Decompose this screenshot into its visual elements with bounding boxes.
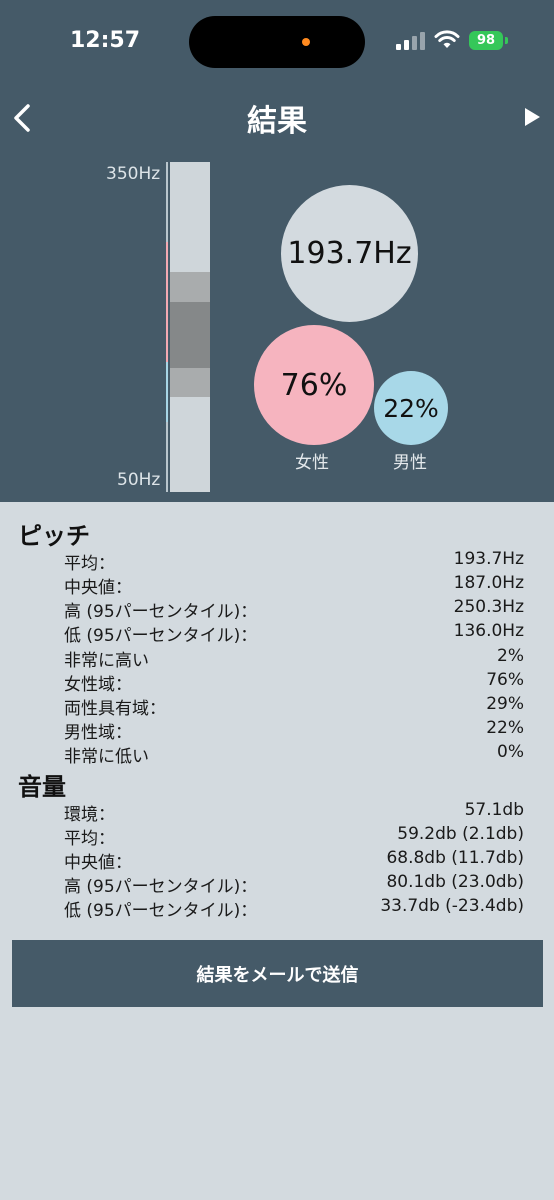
stat-row: 非常に高い 2%	[64, 646, 524, 671]
stat-label: 中央値：	[64, 578, 132, 598]
male-label: 男性	[393, 453, 427, 473]
mic-indicator-icon	[302, 38, 310, 46]
stat-label: 低 (95パーセンタイル)：	[64, 626, 258, 646]
stat-label: 女性域：	[64, 675, 132, 695]
pitch-range-bar	[170, 162, 210, 492]
stat-row: 男性域： 22%	[64, 718, 524, 743]
stat-label: 平均：	[64, 829, 115, 849]
stat-label: 男性域：	[64, 723, 132, 743]
stat-value: 80.1db (23.0db)	[386, 872, 524, 892]
male-percent-bubble: 22%	[374, 371, 448, 445]
pitch-axis-top-label: 350Hz	[106, 164, 161, 184]
stat-value: 22%	[486, 718, 524, 738]
stat-value: 33.7db (-23.4db)	[380, 896, 524, 916]
stat-row: 平均： 59.2db (2.1db)	[64, 824, 524, 849]
page-title: 結果	[247, 104, 307, 139]
stat-label: 環境：	[64, 805, 115, 825]
status-time: 12:57	[70, 28, 141, 53]
male-range-marker	[166, 362, 168, 422]
stat-value: 250.3Hz	[453, 597, 524, 617]
stat-row: 平均： 193.7Hz	[64, 549, 524, 574]
stat-label: 非常に高い	[64, 651, 149, 671]
stat-label: 平均：	[64, 554, 115, 574]
stat-row: 低 (95パーセンタイル)： 33.7db (-23.4db)	[64, 896, 524, 921]
wifi-icon	[434, 30, 460, 48]
stat-row: 中央値： 68.8db (11.7db)	[64, 848, 524, 873]
stat-value: 193.7Hz	[453, 549, 524, 569]
stat-label: 高 (95パーセンタイル)：	[64, 602, 258, 622]
stat-label: 低 (95パーセンタイル)：	[64, 901, 258, 921]
dynamic-island	[189, 16, 365, 68]
female-range-marker	[166, 242, 168, 362]
volume-section-title: 音量	[18, 773, 66, 801]
female-percent-bubble: 76%	[254, 325, 374, 445]
pitch-range-core-band	[170, 302, 210, 368]
stat-value: 68.8db (11.7db)	[386, 848, 524, 868]
stat-value: 59.2db (2.1db)	[397, 824, 524, 844]
pitch-axis-bottom-label: 50Hz	[117, 470, 161, 490]
average-pitch-bubble: 193.7Hz	[281, 185, 418, 322]
header-panel: 12:57 98 結果 350Hz 50Hz 193.7Hz 76% 22% 女…	[0, 0, 554, 502]
stat-value: 57.1db	[464, 800, 524, 820]
female-label: 女性	[295, 453, 329, 473]
pitch-axis-line	[166, 162, 168, 492]
stat-label: 両性具有域：	[64, 699, 166, 719]
stat-label: 中央値：	[64, 853, 132, 873]
battery-tip	[505, 37, 508, 44]
play-icon[interactable]	[522, 105, 542, 129]
send-results-email-button[interactable]: 結果をメールで送信	[12, 940, 543, 1007]
stat-row: 中央値： 187.0Hz	[64, 573, 524, 598]
stat-row: 両性具有域： 29%	[64, 694, 524, 719]
stat-value: 136.0Hz	[453, 621, 524, 641]
stat-row: 女性域： 76%	[64, 670, 524, 695]
stat-label: 高 (95パーセンタイル)：	[64, 877, 258, 897]
cellular-signal-icon	[396, 32, 426, 50]
stat-row: 高 (95パーセンタイル)： 250.3Hz	[64, 597, 524, 622]
pitch-section-title: ピッチ	[18, 522, 90, 550]
stat-row: 環境： 57.1db	[64, 800, 524, 825]
battery-icon: 98	[469, 31, 503, 50]
stat-row: 非常に低い 0%	[64, 742, 524, 767]
stat-value: 76%	[486, 670, 524, 690]
stat-value: 0%	[497, 742, 524, 762]
stat-value: 2%	[497, 646, 524, 666]
stat-label: 非常に低い	[64, 747, 149, 767]
stat-value: 187.0Hz	[453, 573, 524, 593]
stat-value: 29%	[486, 694, 524, 714]
stat-row: 低 (95パーセンタイル)： 136.0Hz	[64, 621, 524, 646]
stat-row: 高 (95パーセンタイル)： 80.1db (23.0db)	[64, 872, 524, 897]
